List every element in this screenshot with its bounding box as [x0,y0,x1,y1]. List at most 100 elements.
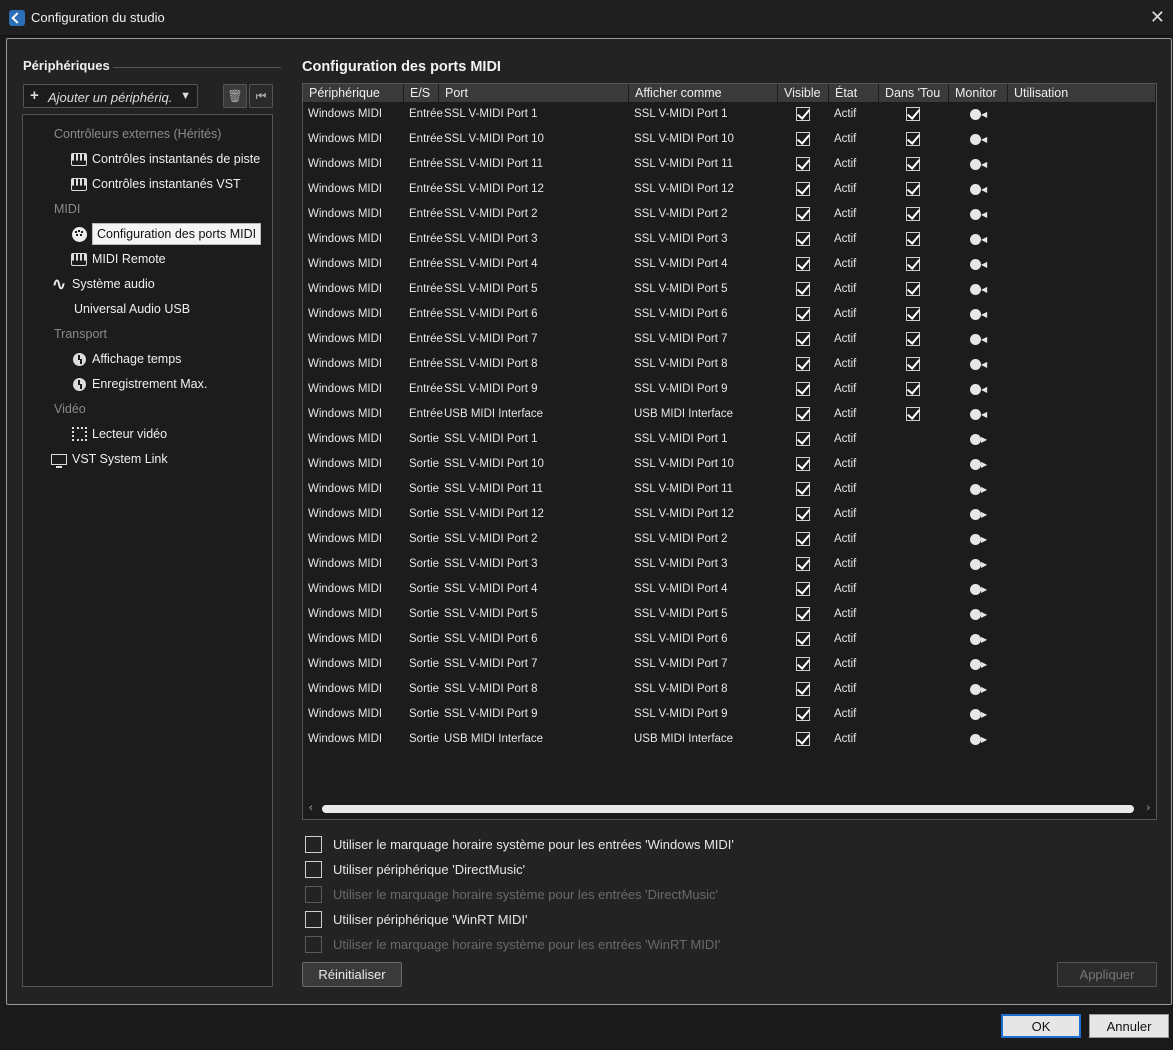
midi-monitor-in-icon[interactable]: ◀ [970,134,988,145]
in-all-inputs-checkbox[interactable] [906,232,920,246]
tree-item[interactable]: MIDI Remote [70,248,166,270]
midi-monitor-in-icon[interactable]: ◀ [970,334,988,345]
midi-monitor-in-icon[interactable]: ◀ [970,234,988,245]
tree-item[interactable]: Lecteur vidéo [70,423,167,445]
scroll-right-icon[interactable]: › [1146,802,1150,814]
midi-monitor-in-icon[interactable]: ◀ [970,109,988,120]
column-header[interactable]: E/S [404,84,439,102]
table-row[interactable]: Windows MIDI Entrée SSL V-MIDI Port 1 SSL V… [303,102,1156,127]
visible-checkbox[interactable] [796,132,810,146]
option-checkbox-row[interactable]: Utiliser périphérique 'WinRT MIDI' [305,909,528,929]
midi-monitor-out-icon[interactable]: ▶ [970,609,988,620]
tree-item[interactable]: Affichage temps [70,348,181,370]
visible-checkbox[interactable] [796,382,810,396]
visible-checkbox[interactable] [796,307,810,321]
table-row[interactable]: Windows MIDI Entrée USB MIDI Interface USB … [303,402,1156,427]
midi-monitor-out-icon[interactable]: ▶ [970,684,988,695]
table-row[interactable]: Windows MIDI Entrée SSL V-MIDI Port 7 SSL V… [303,327,1156,352]
table-row[interactable]: Windows MIDI Sortie SSL V-MIDI Port 7 SSL V… [303,652,1156,677]
midi-monitor-in-icon[interactable]: ◀ [970,359,988,370]
visible-checkbox[interactable] [796,507,810,521]
visible-checkbox[interactable] [796,707,810,721]
midi-monitor-in-icon[interactable]: ◀ [970,309,988,320]
visible-checkbox[interactable] [796,457,810,471]
option-checkbox-row[interactable]: Utiliser périphérique 'DirectMusic' [305,859,525,879]
midi-monitor-out-icon[interactable]: ▶ [970,459,988,470]
option-checkbox[interactable] [305,835,322,853]
visible-checkbox[interactable] [796,282,810,296]
table-row[interactable]: Windows MIDI Entrée SSL V-MIDI Port 4 SSL V… [303,252,1156,277]
midi-monitor-in-icon[interactable]: ◀ [970,409,988,420]
visible-checkbox[interactable] [796,582,810,596]
visible-checkbox[interactable] [796,557,810,571]
table-row[interactable]: Windows MIDI Entrée SSL V-MIDI Port 2 SSL V… [303,202,1156,227]
in-all-inputs-checkbox[interactable] [906,307,920,321]
midi-monitor-out-icon[interactable]: ▶ [970,709,988,720]
midi-monitor-in-icon[interactable]: ◀ [970,284,988,295]
table-row[interactable]: Windows MIDI Entrée SSL V-MIDI Port 9 SSL V… [303,377,1156,402]
column-header[interactable]: Périphérique [303,84,404,102]
visible-checkbox[interactable] [796,632,810,646]
option-checkbox[interactable] [305,860,322,878]
tree-item[interactable]: Configuration des ports MIDI [70,223,262,245]
table-row[interactable]: Windows MIDI Sortie SSL V-MIDI Port 5 SSL V… [303,602,1156,627]
table-row[interactable]: Windows MIDI Sortie SSL V-MIDI Port 12 SSL … [303,502,1156,527]
column-header[interactable]: Afficher comme [629,84,778,102]
in-all-inputs-checkbox[interactable] [906,357,920,371]
apply-button[interactable]: Appliquer [1057,962,1157,987]
table-row[interactable]: Windows MIDI Entrée SSL V-MIDI Port 8 SSL V… [303,352,1156,377]
in-all-inputs-checkbox[interactable] [906,207,920,221]
horizontal-scrollbar[interactable]: ‹ › [304,800,1155,818]
reset-button[interactable]: Réinitialiser [302,962,402,987]
midi-monitor-out-icon[interactable]: ▶ [970,509,988,520]
midi-monitor-in-icon[interactable]: ◀ [970,159,988,170]
table-row[interactable]: Windows MIDI Sortie SSL V-MIDI Port 3 SSL V… [303,552,1156,577]
in-all-inputs-checkbox[interactable] [906,257,920,271]
visible-checkbox[interactable] [796,332,810,346]
table-row[interactable]: Windows MIDI Sortie SSL V-MIDI Port 8 SSL V… [303,677,1156,702]
midi-monitor-out-icon[interactable]: ▶ [970,584,988,595]
tree-item[interactable]: Contrôles instantanés VST [70,173,241,195]
visible-checkbox[interactable] [796,182,810,196]
visible-checkbox[interactable] [796,532,810,546]
visible-checkbox[interactable] [796,257,810,271]
table-row[interactable]: Windows MIDI Sortie SSL V-MIDI Port 10 SSL … [303,452,1156,477]
visible-checkbox[interactable] [796,432,810,446]
midi-monitor-out-icon[interactable]: ▶ [970,484,988,495]
midi-monitor-out-icon[interactable]: ▶ [970,634,988,645]
in-all-inputs-checkbox[interactable] [906,107,920,121]
visible-checkbox[interactable] [796,482,810,496]
visible-checkbox[interactable] [796,232,810,246]
in-all-inputs-checkbox[interactable] [906,182,920,196]
midi-monitor-out-icon[interactable]: ▶ [970,434,988,445]
midi-monitor-out-icon[interactable]: ▶ [970,659,988,670]
tree-item[interactable]: Universal Audio USB [74,298,190,320]
in-all-inputs-checkbox[interactable] [906,407,920,421]
table-row[interactable]: Windows MIDI Entrée SSL V-MIDI Port 11 SSL … [303,152,1156,177]
visible-checkbox[interactable] [796,607,810,621]
ok-button[interactable]: OK [1001,1014,1081,1038]
table-row[interactable]: Windows MIDI Entrée SSL V-MIDI Port 6 SSL V… [303,302,1156,327]
scrollbar-thumb[interactable] [322,805,1134,813]
visible-checkbox[interactable] [796,407,810,421]
in-all-inputs-checkbox[interactable] [906,132,920,146]
table-row[interactable]: Windows MIDI Entrée SSL V-MIDI Port 10 SSL … [303,127,1156,152]
column-header[interactable]: Utilisation [1008,84,1156,102]
midi-monitor-out-icon[interactable]: ▶ [970,559,988,570]
midi-monitor-out-icon[interactable]: ▶ [970,534,988,545]
column-header[interactable]: Port [439,84,629,102]
reset-device-button[interactable]: ⏮ [249,84,273,108]
option-checkbox[interactable] [305,910,322,928]
tree-item[interactable]: Contrôles instantanés de piste [70,148,260,170]
midi-monitor-in-icon[interactable]: ◀ [970,184,988,195]
add-device-dropdown[interactable]: + Ajouter un périphériq. ▼ [23,84,198,108]
table-row[interactable]: Windows MIDI Sortie SSL V-MIDI Port 9 SSL V… [303,702,1156,727]
cancel-button[interactable]: Annuler [1089,1014,1169,1038]
midi-monitor-out-icon[interactable]: ▶ [970,734,988,745]
midi-monitor-in-icon[interactable]: ◀ [970,384,988,395]
visible-checkbox[interactable] [796,657,810,671]
tree-item[interactable]: VST System Link [50,448,168,470]
table-row[interactable]: Windows MIDI Entrée SSL V-MIDI Port 5 SSL V… [303,277,1156,302]
visible-checkbox[interactable] [796,682,810,696]
table-row[interactable]: Windows MIDI Sortie SSL V-MIDI Port 2 SSL V… [303,527,1156,552]
